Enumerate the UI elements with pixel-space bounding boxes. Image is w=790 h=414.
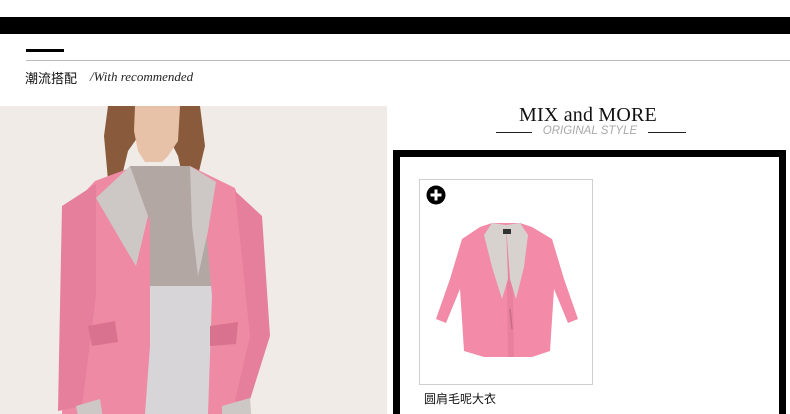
mix-title: MIX and MORE — [519, 104, 657, 126]
mix-subtitle: ORIGINAL STYLE — [542, 125, 638, 137]
mix-line-right — [648, 132, 686, 133]
hero-model-photo[interactable] — [0, 106, 387, 414]
section-accent-line — [26, 49, 64, 52]
section-subtitle: /With recommended — [90, 69, 194, 84]
product-coat-image[interactable] — [432, 219, 582, 361]
mix-line-left — [496, 132, 532, 133]
plus-circle-icon[interactable] — [426, 185, 446, 205]
product-name[interactable]: 圆肩毛呢大衣 — [424, 390, 496, 407]
section-divider — [26, 60, 790, 61]
section-title: 潮流搭配 — [25, 72, 78, 87]
top-black-bar — [0, 17, 790, 34]
